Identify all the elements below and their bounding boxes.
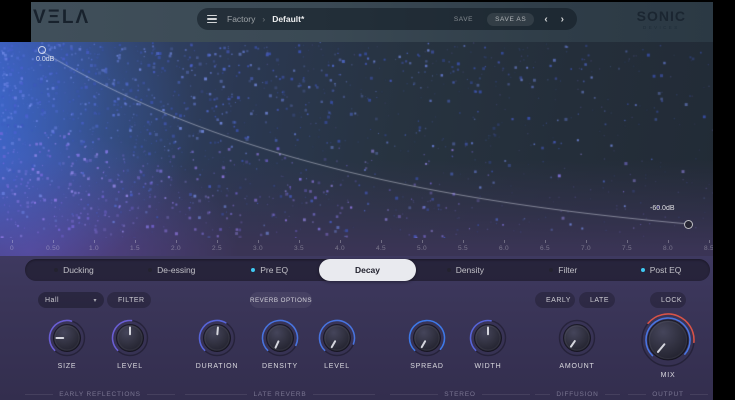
tab-de-essing[interactable]: De-essing <box>123 259 221 281</box>
floor-handle[interactable] <box>684 220 693 229</box>
prev-preset-button[interactable]: ‹ <box>541 14 550 25</box>
time-tick: 3.0 <box>247 238 269 252</box>
late-toggle-label: LATE <box>590 297 609 304</box>
time-tick: 1.0 <box>83 238 105 252</box>
knob-label: SPREAD <box>410 363 444 370</box>
chevron-down-icon: ▾ <box>93 297 97 304</box>
time-tick: 2.0 <box>165 238 187 252</box>
window-corner <box>0 0 31 43</box>
knob-width[interactable]: WIDTH <box>466 316 510 370</box>
knob-label: SIZE <box>58 363 77 370</box>
knob-duration[interactable]: DURATION <box>195 316 239 370</box>
late-toggle[interactable]: LATE <box>579 292 615 308</box>
time-tick: 6.0 <box>493 238 515 252</box>
time-tick: 4.0 <box>329 238 351 252</box>
reverb-options-button[interactable]: REVERB OPTIONS <box>250 292 312 308</box>
time-tick: 0.50 <box>42 238 64 252</box>
knob-label: LEVEL <box>324 363 350 370</box>
knob-label: DURATION <box>196 363 238 370</box>
knob-label: WIDTH <box>475 363 502 370</box>
time-tick: 8.0 <box>657 238 679 252</box>
tab-label: Decay <box>355 265 380 275</box>
breadcrumb-separator: › <box>262 14 265 24</box>
section-diffusion: DIFFUSION <box>535 389 620 399</box>
vela-logo: VΞLΛ <box>33 7 90 29</box>
sonic-logo-subtext: DEVICES <box>637 25 686 30</box>
knob-spread[interactable]: SPREAD <box>405 316 449 370</box>
filter-toggle[interactable]: FILTER <box>107 292 151 308</box>
next-preset-button[interactable]: › <box>558 14 567 25</box>
early-toggle-label: EARLY <box>546 297 571 304</box>
tab-status-dot <box>549 268 553 272</box>
knob-label: AMOUNT <box>559 363 594 370</box>
tab-ducking[interactable]: Ducking <box>25 259 123 281</box>
plugin-window: VΞLΛ Factory › Default* SAVE SAVE AS ‹ ›… <box>0 0 735 400</box>
save-as-button[interactable]: SAVE AS <box>487 13 534 26</box>
tab-filter[interactable]: Filter <box>514 259 612 281</box>
section-late-reverb: LATE REVERB <box>185 389 375 399</box>
filter-toggle-label: FILTER <box>118 297 145 304</box>
knob-label: LEVEL <box>117 363 143 370</box>
time-tick: 7.0 <box>575 238 597 252</box>
time-tick: 1.5 <box>124 238 146 252</box>
tab-decay[interactable]: Decay <box>319 259 417 281</box>
knob-level-late[interactable]: LEVEL <box>315 316 359 370</box>
breadcrumb-root[interactable]: Factory <box>227 14 255 24</box>
window-edge <box>0 0 713 2</box>
time-tick: 5.0 <box>411 238 433 252</box>
knob-density[interactable]: DENSITY <box>258 316 302 370</box>
section-stereo: STEREO <box>390 389 530 399</box>
time-axis: 0 0.50 1.0 1.5 2.0 2.5 3.0 3.5 4.0 4.5 5.0 5.5 6.0 6.… <box>0 238 713 256</box>
preset-bar: Factory › Default* SAVE SAVE AS ‹ › <box>197 8 577 30</box>
options-row: Hall ▾ FILTER REVERB OPTIONS EARLY LATE <box>0 292 713 309</box>
reverb-type-select[interactable]: Hall ▾ <box>38 292 104 308</box>
menu-icon[interactable] <box>207 15 217 24</box>
section-early-reflections: EARLY REFLECTIONS <box>25 389 175 399</box>
reverb-type-value: Hall <box>45 297 59 304</box>
knob-label: MIX <box>661 372 676 379</box>
tab-status-dot <box>641 268 645 272</box>
time-tick: 6.5 <box>534 238 556 252</box>
time-tick: 3.5 <box>288 238 310 252</box>
section-labels: EARLY REFLECTIONS LATE REVERB STEREO DIFFUS… <box>0 389 713 399</box>
control-panel: Ducking De-essing Pre EQ Decay Density Filter… <box>0 256 713 400</box>
time-tick: 5.5 <box>452 238 474 252</box>
tab-status-dot <box>148 268 152 272</box>
breadcrumb-current-preset[interactable]: Default* <box>272 14 304 24</box>
time-tick: 0 <box>1 238 23 252</box>
tab-bar: Ducking De-essing Pre EQ Decay Density Filter… <box>25 259 710 281</box>
tab-label: De-essing <box>157 265 195 275</box>
time-tick: 7.5 <box>616 238 638 252</box>
knob-mix[interactable]: MIX <box>639 311 697 379</box>
tab-density[interactable]: Density <box>416 259 514 281</box>
sonic-logo-text: SONIC <box>637 8 686 24</box>
tab-status-dot <box>251 268 255 272</box>
tab-label: Pre EQ <box>260 265 288 275</box>
company-logo: SONIC DEVICES <box>637 8 686 30</box>
early-toggle[interactable]: EARLY <box>535 292 575 308</box>
tab-label: Density <box>456 265 484 275</box>
knob-size[interactable]: SIZE <box>45 316 89 370</box>
tab-status-dot <box>447 268 451 272</box>
tab-post-eq[interactable]: Post EQ <box>612 259 710 281</box>
tab-label: Filter <box>558 265 577 275</box>
floor-db-label: -60.0dB <box>650 205 675 212</box>
save-button[interactable]: SAVE <box>447 13 480 26</box>
time-tick: 4.5 <box>370 238 392 252</box>
lock-toggle-label: LOCK <box>661 297 682 304</box>
knob-level[interactable]: LEVEL <box>108 316 152 370</box>
time-tick: 2.5 <box>206 238 228 252</box>
time-tick: 8.5 <box>698 238 713 252</box>
decay-curve-canvas[interactable] <box>0 42 713 238</box>
tab-label: Ducking <box>63 265 94 275</box>
knob-label: DENSITY <box>262 363 298 370</box>
knob-amount[interactable]: AMOUNT <box>555 316 599 370</box>
tab-label: Post EQ <box>650 265 682 275</box>
section-output: OUTPUT <box>628 389 708 399</box>
tab-status-dot <box>54 268 58 272</box>
reverb-visualizer[interactable]: 0.0dB -60.0dB 00.501.01.52.02.53.03.54.0… <box>0 42 713 256</box>
lock-toggle[interactable]: LOCK <box>650 292 686 308</box>
header-bar: VΞLΛ Factory › Default* SAVE SAVE AS ‹ ›… <box>0 0 713 42</box>
tab-pre-eq[interactable]: Pre EQ <box>221 259 319 281</box>
